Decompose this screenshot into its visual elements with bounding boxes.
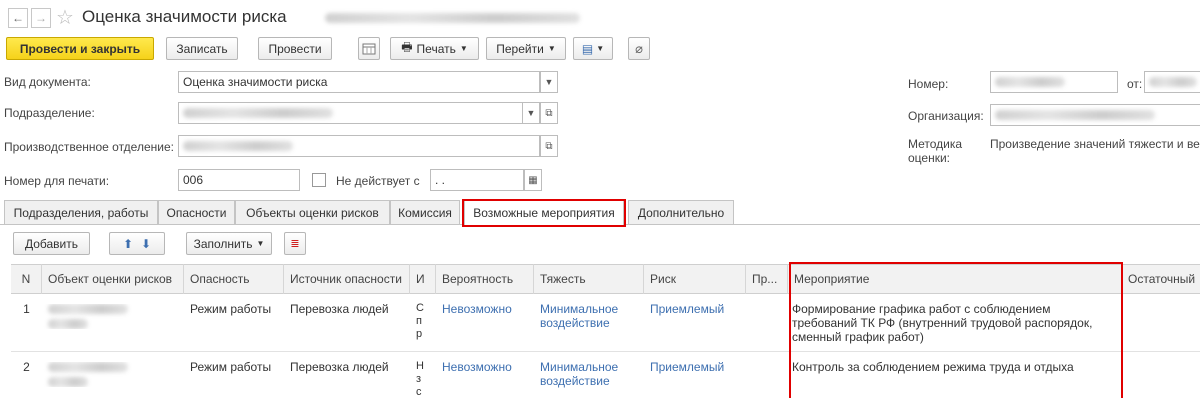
col-i[interactable]: И [410,264,436,294]
arrow-up-icon: ⬆ [122,236,133,251]
number-field[interactable] [990,71,1118,93]
post-button[interactable]: Провести [258,37,332,60]
risk-cell[interactable]: Приемлемый [644,302,744,316]
goto-button[interactable]: Перейти ▼ [486,37,566,60]
goto-label: Перейти [496,41,544,56]
star-icon[interactable]: ☆ [56,5,74,30]
col-severity[interactable]: Тяжесть [534,264,644,294]
save-button[interactable]: Записать [166,37,238,60]
method-value[interactable]: Произведение значений тяжести и вер [990,137,1200,151]
probability-cell[interactable]: Невозможно [436,360,534,374]
inactive-from-label: Не действует с [336,174,420,188]
prod-dept-open-button[interactable]: ⧉ [540,135,558,157]
severity-cell[interactable]: Минимальное воздействие [534,302,640,330]
chevron-down-icon: ▼ [544,77,554,87]
printer-icon: 🖶 [401,40,413,54]
attachment-icon[interactable]: ⌀ [628,37,650,60]
page-title: Оценка значимости риска [82,7,287,26]
doc-type-label: Вид документа: [4,75,91,89]
document-arrow-icon: ▤ [581,41,594,56]
tab-commission[interactable]: Комиссия [390,200,460,224]
doc-type-field[interactable]: Оценка значимости риска [178,71,540,93]
col-i-cell: Н з с [416,360,424,398]
col-probability[interactable]: Вероятность [436,264,534,294]
chevron-down-icon: ▼ [547,44,556,53]
chevron-down-icon: ▼ [256,239,265,248]
col-pr[interactable]: Пр... [746,264,788,294]
division-field[interactable] [178,102,523,124]
post-and-close-button[interactable]: Провести и закрыть [6,37,154,60]
risk-object-redacted [42,304,182,329]
severity-cell[interactable]: Минимальное воздействие [534,360,640,388]
hazard-source-cell: Перевозка людей [290,360,389,374]
arrow-right-icon: → [35,11,47,25]
print-number-field[interactable]: 006 [178,169,300,191]
title-suffix-redacted [325,13,580,23]
col-n[interactable]: N [11,264,42,294]
tab-additional[interactable]: Дополнительно [628,200,734,224]
row-number: 2 [23,360,30,374]
add-button[interactable]: Добавить [13,232,90,255]
list-icon: ≣ [290,238,300,250]
from-label: от: [1127,77,1143,91]
doc-type-dropdown[interactable]: ▼ [540,71,558,93]
chevron-down-icon: ▼ [596,44,605,53]
hazard-cell: Режим работы [190,302,272,316]
fill-label: Заполнить [193,236,253,251]
col-i-cell: С п р [416,302,424,340]
back-button[interactable]: ← [8,8,28,28]
print-button[interactable]: 🖶 Печать ▼ [390,37,479,60]
calendar-icon: ▦ [528,174,538,186]
journal-icon[interactable] [358,37,380,60]
tab-hazards[interactable]: Опасности [158,200,235,224]
tab-divisions-works[interactable]: Подразделения, работы [4,200,158,224]
print-label: Печать [416,41,456,56]
calendar-button[interactable]: ▦ [524,169,542,191]
probability-cell[interactable]: Невозможно [436,302,534,316]
hazard-source-cell: Перевозка людей [290,302,389,316]
row-number: 1 [23,302,30,316]
col-hazard-source[interactable]: Источник опасности [284,264,410,294]
division-dropdown[interactable]: ▼ [522,102,540,124]
division-open-button[interactable]: ⧉ [540,102,558,124]
chevron-down-icon: ▼ [526,108,536,118]
forward-button[interactable]: → [31,8,51,28]
risk-object-redacted [42,362,182,387]
arrow-down-icon: ⬇ [141,236,152,251]
number-label: Номер: [908,77,949,91]
method-label: Методика оценки: [908,137,963,165]
move-buttons[interactable]: ⬆ ⬇ [109,232,165,255]
tab-risk-objects[interactable]: Объекты оценки рисков [235,200,390,224]
fill-icon-button[interactable]: ≣ [284,232,306,255]
date-field[interactable] [1144,71,1200,93]
risk-cell[interactable]: Приемлемый [644,360,744,374]
fill-button[interactable]: Заполнить ▼ [186,232,272,255]
inactive-checkbox[interactable] [312,173,326,187]
chevron-down-icon: ▼ [459,44,468,53]
prod-dept-label: Производственное отделение: [4,140,174,154]
hazard-cell: Режим работы [190,360,272,374]
arrow-left-icon: ← [12,11,24,25]
open-icon: ⧉ [545,107,553,119]
tab-highlight-box [462,199,626,227]
col-risk-object[interactable]: Объект оценки рисков [42,264,184,294]
prod-dept-field[interactable] [178,135,540,157]
measure-highlight-box [789,262,1123,398]
org-field[interactable] [990,104,1200,126]
org-label: Организация: [908,109,984,123]
print-number-label: Номер для печати: [4,174,110,188]
open-icon: ⧉ [545,140,553,152]
col-hazard[interactable]: Опасность [184,264,284,294]
division-label: Подразделение: [4,106,95,120]
inactive-from-date-field[interactable]: . . [430,169,524,191]
report-menu-button[interactable]: ▤ ▼ [573,37,613,60]
col-residual[interactable]: Остаточный [1122,264,1200,294]
col-risk[interactable]: Риск [644,264,746,294]
